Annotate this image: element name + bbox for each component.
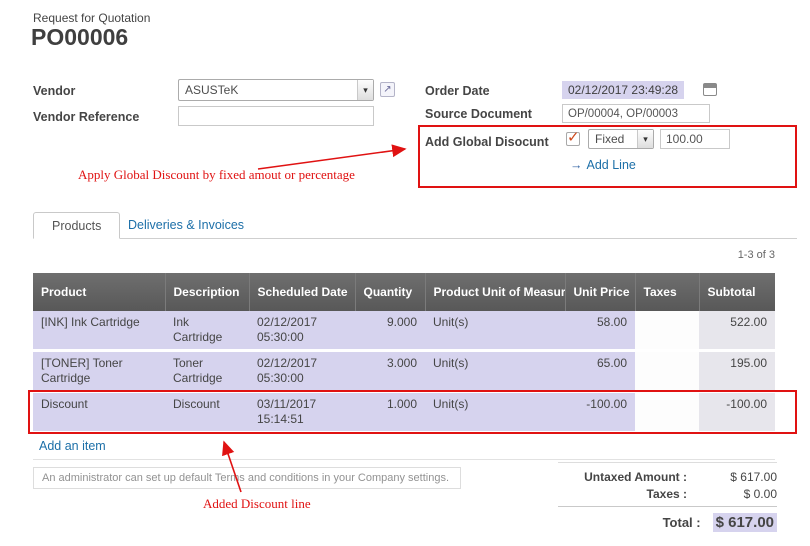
total-row: Total : $ 617.00 <box>558 513 777 532</box>
rfq-page: Request for Quotation PO00006 Vendor ASU… <box>0 0 810 546</box>
order-lines-table: Product Description Scheduled Date Quant… <box>33 273 775 434</box>
taxes-label: Taxes : <box>558 487 699 501</box>
terms-note: An administrator can set up default Term… <box>33 467 461 489</box>
cell-description: Ink Cartridge <box>165 311 249 351</box>
table-row-discount[interactable]: Discount Discount 03/11/2017 15:14:51 1.… <box>33 392 775 433</box>
cell-unit-price: 65.00 <box>565 351 635 392</box>
calendar-icon[interactable] <box>703 83 717 96</box>
column-header-quantity[interactable]: Quantity <box>355 273 425 311</box>
external-link-icon[interactable]: ↗ <box>380 82 395 97</box>
untaxed-amount-label: Untaxed Amount : <box>558 470 699 484</box>
untaxed-amount-row: Untaxed Amount : $ 617.00 <box>558 470 777 484</box>
column-header-product[interactable]: Product <box>33 273 165 311</box>
total-label: Total : <box>558 515 713 530</box>
cell-quantity: 1.000 <box>355 392 425 433</box>
column-header-subtotal[interactable]: Subtotal <box>699 273 775 311</box>
tab-deliveries-invoices[interactable]: Deliveries & Invoices <box>128 212 244 239</box>
checkmark-icon: ✓ <box>567 128 580 146</box>
cell-subtotal: 522.00 <box>699 311 775 351</box>
pager: 1-3 of 3 <box>738 249 775 261</box>
cell-scheduled-date: 02/12/2017 05:30:00 <box>249 311 355 351</box>
total-value: $ 617.00 <box>713 513 777 532</box>
global-discount-label: Add Global Disocunt <box>425 135 549 149</box>
chevron-down-icon: ▾ <box>637 130 653 148</box>
discount-type-value: Fixed <box>589 132 637 146</box>
cell-quantity: 9.000 <box>355 311 425 351</box>
discount-amount-input[interactable] <box>660 129 730 149</box>
cell-taxes <box>635 351 699 392</box>
order-lines-section: Product Description Scheduled Date Quant… <box>33 273 775 460</box>
cell-uom: Unit(s) <box>425 351 565 392</box>
doc-type-label: Request for Quotation <box>33 11 150 25</box>
cell-description: Toner Cartridge <box>165 351 249 392</box>
cell-description: Discount <box>165 392 249 433</box>
annotation-global-discount-note: Apply Global Discount by fixed amout or … <box>78 167 355 183</box>
tab-products[interactable]: Products <box>33 212 120 239</box>
add-line-label: Add Line <box>587 158 636 172</box>
cell-uom: Unit(s) <box>425 392 565 433</box>
add-an-item-link[interactable]: Add an item <box>39 439 106 453</box>
column-header-uom[interactable]: Product Unit of Measure <box>425 273 565 311</box>
column-header-taxes[interactable]: Taxes <box>635 273 699 311</box>
column-header-description[interactable]: Description <box>165 273 249 311</box>
order-date-label: Order Date <box>425 84 490 98</box>
source-document-input[interactable] <box>562 104 710 123</box>
vendor-value: ASUSTeK <box>179 83 357 97</box>
order-date-value[interactable]: 02/12/2017 23:49:28 <box>562 81 684 99</box>
annotation-discount-line-note: Added Discount line <box>203 496 311 512</box>
page-title: PO00006 <box>31 24 128 51</box>
cell-quantity: 3.000 <box>355 351 425 392</box>
add-line-link[interactable]: → Add Line <box>570 158 636 172</box>
taxes-row: Taxes : $ 0.00 <box>558 487 777 501</box>
vendor-label: Vendor <box>33 84 75 98</box>
table-header-row: Product Description Scheduled Date Quant… <box>33 273 775 311</box>
table-row[interactable]: [TONER] Toner Cartridge Toner Cartridge … <box>33 351 775 392</box>
cell-uom: Unit(s) <box>425 311 565 351</box>
vendor-reference-input[interactable] <box>178 106 374 126</box>
global-discount-checkbox[interactable]: ✓ <box>566 132 580 146</box>
vendor-select[interactable]: ASUSTeK ▾ <box>178 79 374 101</box>
cell-scheduled-date: 02/12/2017 05:30:00 <box>249 351 355 392</box>
cell-product: Discount <box>33 392 165 433</box>
column-header-scheduled-date[interactable]: Scheduled Date <box>249 273 355 311</box>
cell-subtotal: 195.00 <box>699 351 775 392</box>
cell-unit-price: -100.00 <box>565 392 635 433</box>
cell-product: [TONER] Toner Cartridge <box>33 351 165 392</box>
annotation-arrow-top <box>258 149 405 169</box>
totals-section: Untaxed Amount : $ 617.00 Taxes : $ 0.00… <box>558 462 777 535</box>
cell-subtotal: -100.00 <box>699 392 775 433</box>
cell-taxes <box>635 392 699 433</box>
column-header-unit-price[interactable]: Unit Price <box>565 273 635 311</box>
chevron-down-icon: ▾ <box>357 80 373 100</box>
source-document-label: Source Document <box>425 107 532 121</box>
discount-type-select[interactable]: Fixed ▾ <box>588 129 654 149</box>
untaxed-amount-value: $ 617.00 <box>699 470 777 484</box>
taxes-value: $ 0.00 <box>699 487 777 501</box>
cell-product: [INK] Ink Cartridge <box>33 311 165 351</box>
cell-taxes <box>635 311 699 351</box>
cell-unit-price: 58.00 <box>565 311 635 351</box>
cell-scheduled-date: 03/11/2017 15:14:51 <box>249 392 355 433</box>
arrow-right-icon: → <box>570 158 583 172</box>
table-row[interactable]: [INK] Ink Cartridge Ink Cartridge 02/12/… <box>33 311 775 351</box>
vendor-reference-label: Vendor Reference <box>33 110 139 124</box>
totals-divider <box>558 506 777 507</box>
